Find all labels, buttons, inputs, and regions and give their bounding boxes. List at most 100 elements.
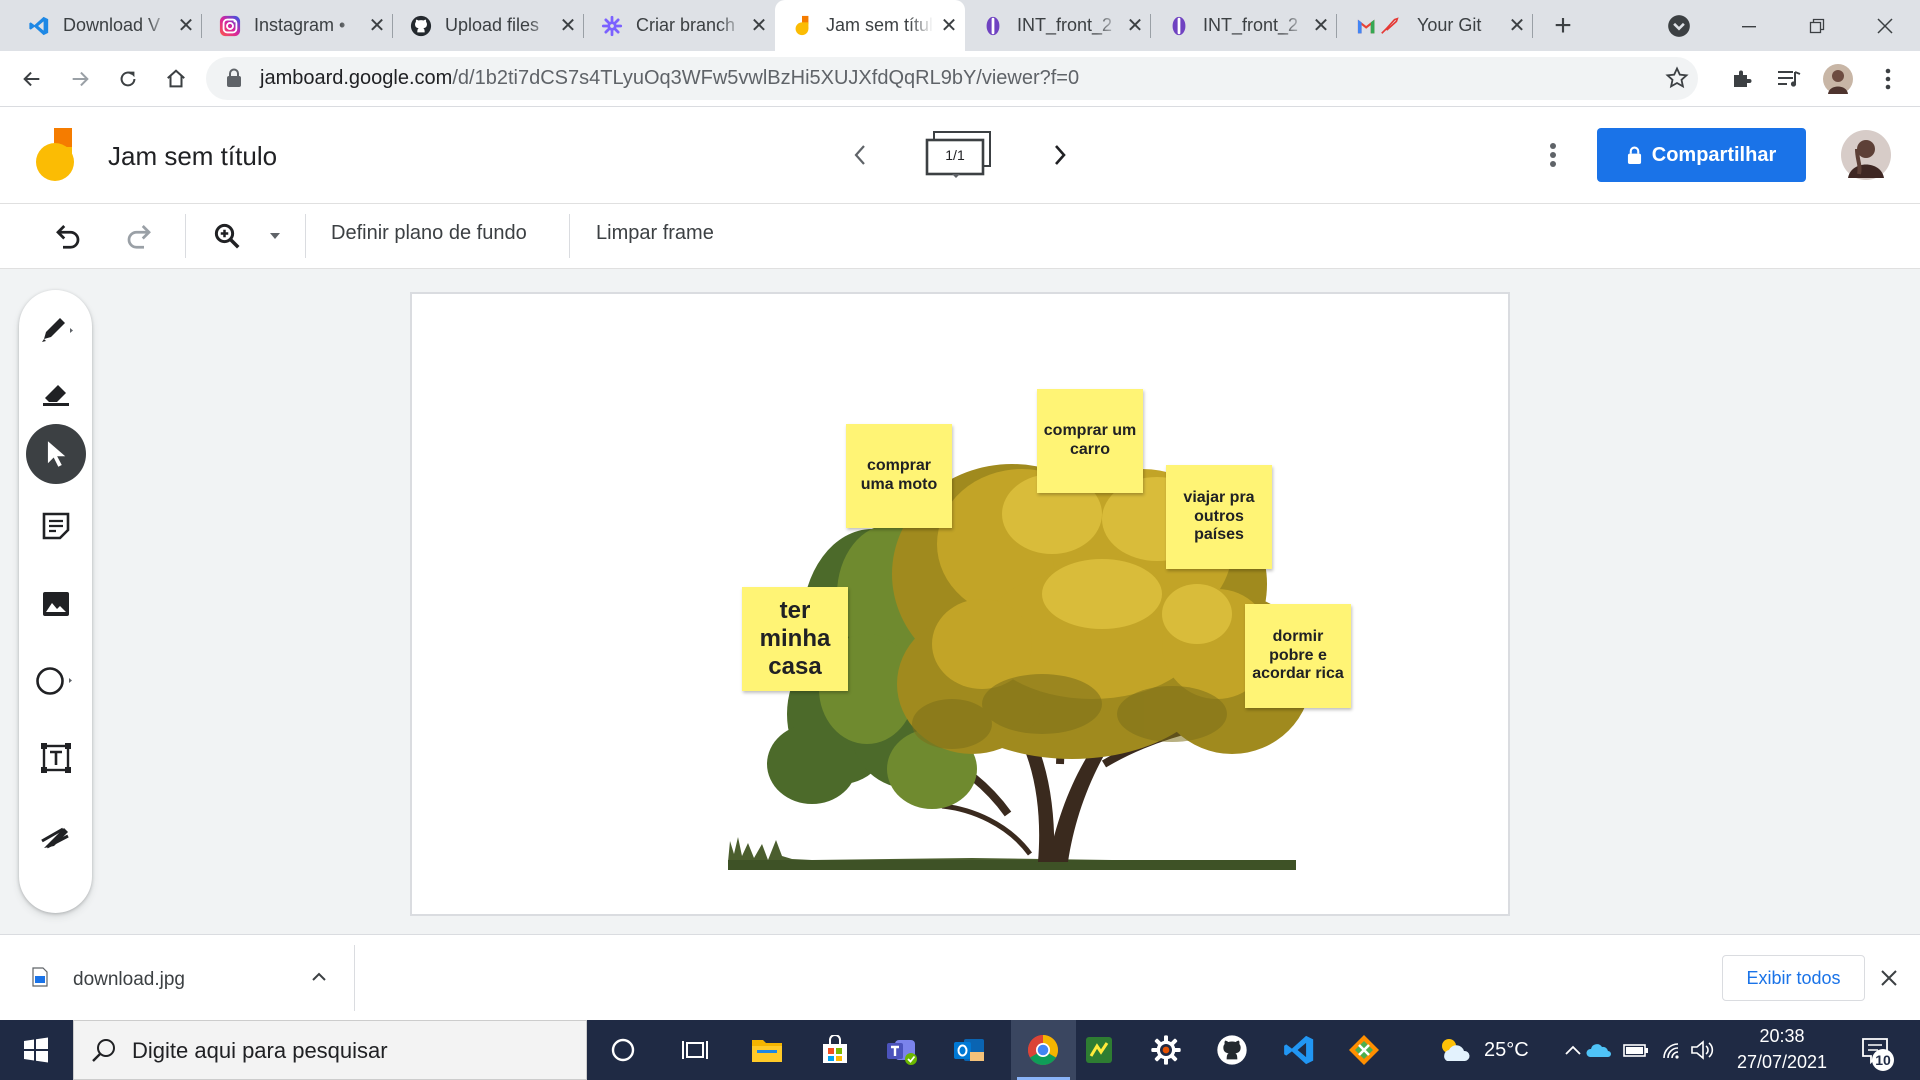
redo-icon[interactable] xyxy=(124,220,154,252)
github-icon xyxy=(410,15,432,37)
new-tab-button[interactable]: + xyxy=(1543,6,1583,46)
download-filename[interactable]: download.jpg xyxy=(73,969,185,991)
github-desktop-icon[interactable] xyxy=(1211,1029,1253,1071)
laser-tool[interactable] xyxy=(19,806,92,866)
more-options-icon[interactable] xyxy=(1549,142,1557,173)
share-button[interactable]: Compartilhar xyxy=(1597,128,1806,182)
reload-icon[interactable] xyxy=(110,61,146,97)
close-icon[interactable]: ✕ xyxy=(1501,13,1533,38)
minimize-icon[interactable] xyxy=(1714,0,1784,51)
outlook-icon[interactable] xyxy=(948,1029,990,1071)
tab-title: INT_front_2 xyxy=(1203,15,1299,35)
sticky-note-icon xyxy=(42,512,69,540)
next-frame-icon[interactable] xyxy=(1050,141,1070,174)
tab-title: INT_front_2 xyxy=(1017,15,1113,35)
task-view-icon[interactable] xyxy=(674,1029,716,1071)
pen-icon xyxy=(41,318,73,342)
document-title[interactable]: Jam sem título xyxy=(108,141,277,172)
close-icon[interactable]: ✕ xyxy=(552,13,584,38)
app-icon xyxy=(1168,15,1190,37)
browser-tab[interactable]: Upload files ✕ xyxy=(394,0,584,51)
tab-search-icon[interactable] xyxy=(1666,13,1692,39)
sticky-note[interactable]: ter minha casa xyxy=(742,587,848,691)
close-download-bar-icon[interactable] xyxy=(1880,963,1898,994)
clear-frame-button[interactable]: Limpar frame xyxy=(596,222,714,245)
text-box-tool[interactable] xyxy=(19,728,92,788)
jamboard-logo-icon[interactable] xyxy=(34,127,76,188)
browser-tab[interactable]: Instagram • ✕ xyxy=(203,0,393,51)
file-explorer-icon[interactable] xyxy=(746,1029,788,1071)
browser-menu-icon[interactable] xyxy=(1870,61,1906,97)
notifications-icon[interactable]: 10 xyxy=(1854,1029,1896,1071)
tab-title: Criar branch xyxy=(636,15,736,35)
shape-tool[interactable] xyxy=(19,651,92,711)
clock-date[interactable]: 27/07/2021 xyxy=(1730,1052,1834,1073)
show-all-downloads-button[interactable]: Exibir todos xyxy=(1722,955,1865,1001)
browser-tab-active[interactable]: Jam sem título ✕ xyxy=(775,0,965,51)
clock-time[interactable]: 20:38 xyxy=(1730,1026,1834,1047)
eraser-icon xyxy=(42,385,69,406)
browser-tab[interactable]: Your Git ✕ xyxy=(1338,0,1533,51)
forward-arrow-icon[interactable] xyxy=(62,61,98,97)
jam-canvas[interactable]: comprar uma moto comprar um carro viajar… xyxy=(412,294,1508,914)
volume-icon[interactable] xyxy=(1682,1029,1724,1071)
url-text: jamboard.google.com/d/1b2ti7dCS7s4TLyuOq… xyxy=(260,67,1079,90)
sticky-note[interactable]: dormir pobre e acordar rica xyxy=(1245,604,1351,708)
sticky-note[interactable]: viajar pra outros países xyxy=(1166,465,1272,569)
close-window-icon[interactable] xyxy=(1850,0,1920,51)
git-client-icon[interactable] xyxy=(1343,1029,1385,1071)
zoom-dropdown-icon[interactable] xyxy=(269,220,281,252)
back-arrow-icon[interactable] xyxy=(14,61,50,97)
address-bar[interactable]: jamboard.google.com/d/1b2ti7dCS7s4TLyuOq… xyxy=(206,57,1698,100)
taskbar-search-box[interactable]: Digite aqui para pesquisar xyxy=(73,1020,587,1080)
tab-title: Upload files xyxy=(445,15,540,35)
gmail-icon xyxy=(1354,15,1404,37)
close-icon[interactable]: ✕ xyxy=(1119,13,1151,38)
browser-tab[interactable]: Criar branch ✕ xyxy=(585,0,775,51)
settings-gear-icon[interactable] xyxy=(1145,1029,1187,1071)
cortana-icon[interactable] xyxy=(602,1029,644,1071)
windows-taskbar: Digite aqui para pesquisar 25°C 20:38 27… xyxy=(0,1020,1920,1080)
board-toolbar: Definir plano de fundo Limpar frame xyxy=(0,204,1920,269)
frame-bar-button[interactable]: 1/1 xyxy=(925,130,995,178)
profile-avatar[interactable] xyxy=(1820,61,1856,97)
browser-tab[interactable]: INT_front_2 ✕ xyxy=(1152,0,1337,51)
weather-icon[interactable] xyxy=(1434,1029,1476,1071)
onedrive-cloud-icon[interactable] xyxy=(1578,1029,1620,1071)
chrome-icon[interactable] xyxy=(1022,1029,1064,1071)
chevron-up-icon[interactable] xyxy=(309,967,329,992)
sticky-note-tool[interactable] xyxy=(19,496,92,556)
close-icon[interactable]: ✕ xyxy=(170,13,202,38)
home-icon[interactable] xyxy=(158,61,194,97)
gitkraken-icon[interactable] xyxy=(1078,1029,1120,1071)
tab-title: Jam sem título xyxy=(826,15,933,35)
microsoft-store-icon[interactable] xyxy=(814,1029,856,1071)
windows-start-icon[interactable] xyxy=(15,1029,57,1071)
lock-icon[interactable] xyxy=(226,68,242,93)
notification-count-badge: 10 xyxy=(1872,1049,1894,1071)
browser-tab[interactable]: Download V ✕ xyxy=(12,0,202,51)
sticky-note[interactable]: comprar um carro xyxy=(1037,389,1143,493)
pen-tool[interactable] xyxy=(19,299,92,359)
set-background-button[interactable]: Definir plano de fundo xyxy=(331,222,527,245)
browser-tab[interactable]: INT_front_2 ✕ xyxy=(966,0,1151,51)
bookmark-star-icon[interactable] xyxy=(1665,66,1689,95)
account-avatar[interactable] xyxy=(1841,130,1891,185)
close-icon[interactable]: ✕ xyxy=(933,13,965,38)
media-control-icon[interactable] xyxy=(1771,61,1807,97)
eraser-tool[interactable] xyxy=(19,363,92,423)
close-icon[interactable]: ✕ xyxy=(361,13,393,38)
undo-icon[interactable] xyxy=(53,220,83,252)
image-icon xyxy=(42,592,69,616)
close-icon[interactable]: ✕ xyxy=(743,13,775,38)
vscode-taskbar-icon[interactable] xyxy=(1278,1029,1320,1071)
previous-frame-icon[interactable] xyxy=(850,141,870,174)
select-tool[interactable] xyxy=(19,421,92,487)
add-image-tool[interactable] xyxy=(19,574,92,634)
sticky-note[interactable]: comprar uma moto xyxy=(846,424,952,528)
zoom-icon[interactable] xyxy=(212,220,242,252)
close-icon[interactable]: ✕ xyxy=(1305,13,1337,38)
extensions-icon[interactable] xyxy=(1724,61,1760,97)
restore-icon[interactable] xyxy=(1782,0,1852,51)
teams-icon[interactable] xyxy=(881,1029,923,1071)
